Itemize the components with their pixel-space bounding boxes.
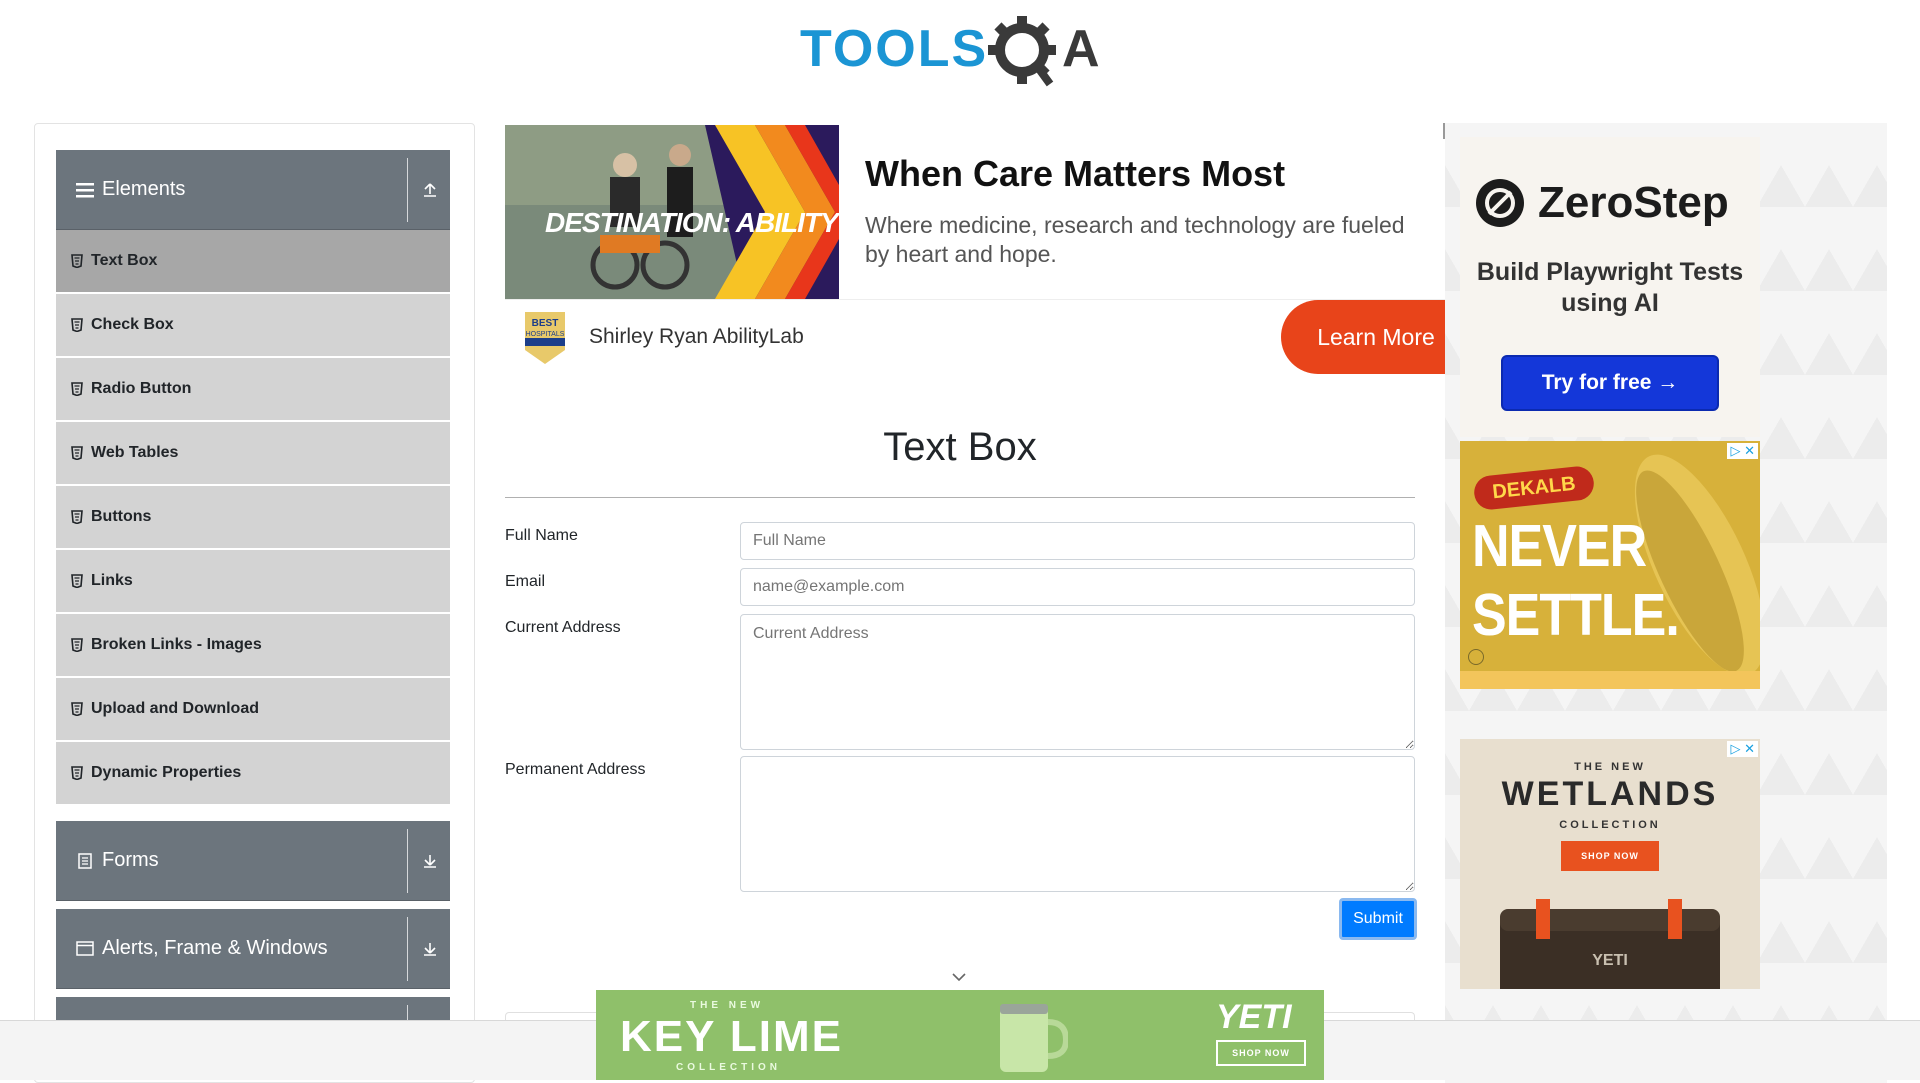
menu-item-label: Dynamic Properties <box>91 764 242 781</box>
html-icon <box>71 638 83 652</box>
menu-item-buttons[interactable]: Buttons <box>56 486 450 548</box>
page-title: Text Box <box>883 425 1037 469</box>
divider <box>505 299 1445 300</box>
menu-item-label: Buttons <box>91 508 152 525</box>
wetlands-title: WETLANDS <box>1501 775 1719 813</box>
keylime-title: KEY LIME <box>620 1012 844 1061</box>
divider <box>407 158 408 222</box>
arrow-up-icon[interactable] <box>418 178 442 202</box>
logo-text-left: TOOLS <box>800 20 988 78</box>
ad-choices-icon[interactable]: ▷ ✕ <box>1727 443 1758 459</box>
elements-menu: Text Box Check Box Radio Button Web Tabl… <box>56 230 450 806</box>
zerostep-icon <box>1476 179 1524 227</box>
dekalb-logo: DEKALB <box>1472 464 1596 512</box>
menu-item-broken-links[interactable]: Broken Links - Images <box>56 614 450 676</box>
mug-image <box>1000 1004 1068 1072</box>
menu-item-label: Check Box <box>91 316 174 333</box>
arrow-down-icon[interactable] <box>418 937 442 961</box>
cooler-image: YETI <box>1500 899 1720 989</box>
menu-item-web-tables[interactable]: Web Tables <box>56 422 450 484</box>
group-title: Alerts, Frame & Windows <box>102 937 328 959</box>
zerostep-logo: ZeroStep <box>1474 177 1729 229</box>
try-for-free-button[interactable]: Try for free → <box>1501 355 1719 411</box>
menu-item-label: Web Tables <box>91 444 179 461</box>
ad-brand[interactable]: Shirley Ryan AbilityLab <box>589 325 804 349</box>
menu-item-label: Radio Button <box>91 380 192 397</box>
shop-now-button[interactable]: SHOP NOW <box>1561 841 1659 871</box>
html-icon <box>71 446 83 460</box>
ad-headline[interactable]: When Care Matters Most <box>865 153 1285 195</box>
logo-text-right: A <box>1062 20 1100 78</box>
menu-item-label: Links <box>91 572 133 589</box>
html-icon <box>71 254 83 268</box>
shop-now-button[interactable]: SHOP NOW <box>1216 1040 1306 1066</box>
dekalb-headline: NEVER SETTLE. <box>1472 513 1680 649</box>
divider <box>407 829 408 893</box>
svg-text:BEST: BEST <box>532 318 559 329</box>
menu-item-label: Upload and Download <box>91 700 259 717</box>
zerostep-ad[interactable]: ZeroStep Build Playwright Tests using AI… <box>1460 137 1760 437</box>
divider <box>407 917 408 981</box>
menu-item-upload-download[interactable]: Upload and Download <box>56 678 450 740</box>
menu-item-dynamic-properties[interactable]: Dynamic Properties <box>56 742 450 804</box>
zerostep-tagline: Build Playwright Tests using AI <box>1476 258 1744 317</box>
email-label: Email <box>505 573 546 590</box>
svg-text:YETI: YETI <box>1592 952 1628 969</box>
keylime-kicker: THE NEW <box>690 1000 765 1011</box>
wetlands-kicker: THE NEW <box>1574 761 1646 773</box>
arrow-down-icon[interactable] <box>418 849 442 873</box>
html-icon <box>71 766 83 780</box>
submit-button[interactable]: Submit <box>1339 898 1417 940</box>
keylime-sub: COLLECTION <box>676 1062 781 1073</box>
yeti-wetlands-ad[interactable]: THE NEW WETLANDS COLLECTION SHOP NOW YET… <box>1460 739 1760 989</box>
target-icon <box>1468 649 1484 665</box>
html-icon <box>71 574 83 588</box>
document-icon <box>74 850 96 872</box>
group-alerts-frames-windows[interactable]: Alerts, Frame & Windows <box>56 909 450 989</box>
full-name-input[interactable] <box>740 522 1415 560</box>
toolsqa-logo[interactable]: TOOLS A <box>800 14 1130 90</box>
site-header: TOOLS A <box>0 0 1920 110</box>
menu-item-radio-button[interactable]: Radio Button <box>56 358 450 420</box>
yeti-brand: YETI <box>1216 998 1292 1036</box>
current-address-textarea[interactable] <box>740 614 1415 750</box>
learn-more-button[interactable]: Learn More <box>1281 300 1461 374</box>
current-address-label: Current Address <box>505 619 621 636</box>
html-icon <box>71 702 83 716</box>
menu-item-text-box[interactable]: Text Box <box>56 230 450 292</box>
window-icon <box>74 938 96 960</box>
left-panel: Elements Text Box Check Box Radio Button… <box>34 123 475 1083</box>
permanent-address-textarea[interactable] <box>740 756 1415 892</box>
title-divider <box>505 497 1415 498</box>
html-icon <box>71 382 83 396</box>
svg-text:HOSPITALS: HOSPITALS <box>526 331 565 338</box>
menu-item-label: Text Box <box>91 252 158 269</box>
menu-item-label: Broken Links - Images <box>91 636 262 653</box>
full-name-label: Full Name <box>505 527 578 544</box>
email-input[interactable] <box>740 568 1415 606</box>
ad-choices-icon[interactable]: ▷ ✕ <box>1727 741 1758 757</box>
chevron-down-icon[interactable] <box>950 970 968 984</box>
wetlands-sub: COLLECTION <box>1559 819 1661 831</box>
permanent-address-label: Permanent Address <box>505 761 646 778</box>
ad-image-text: DESTINATION: ABILITY <box>545 207 839 238</box>
ad-footer-strip <box>1460 671 1760 689</box>
best-hospitals-badge: BEST HOSPITALS <box>519 310 571 366</box>
html-icon <box>71 318 83 332</box>
group-elements[interactable]: Elements <box>56 150 450 230</box>
html-icon <box>71 510 83 524</box>
ad-image[interactable]: DESTINATION: ABILITY <box>505 125 839 299</box>
group-forms[interactable]: Forms <box>56 821 450 901</box>
menu-item-check-box[interactable]: Check Box <box>56 294 450 356</box>
dekalb-ad[interactable]: DEKALB NEVER SETTLE. ▷ ✕ <box>1460 441 1760 689</box>
yeti-key-lime-ad[interactable]: THE NEW KEY LIME COLLECTION YETI SHOP NO… <box>596 990 1324 1080</box>
top-banner-ad[interactable]: DESTINATION: ABILITY When Care Matters M… <box>505 125 1461 374</box>
zerostep-brand: ZeroStep <box>1538 178 1729 227</box>
group-title: Elements <box>102 178 186 200</box>
menu-item-links[interactable]: Links <box>56 550 450 612</box>
ad-subtext: Where medicine, research and technology … <box>865 212 1405 267</box>
group-title: Forms <box>102 849 159 871</box>
hamburger-icon <box>74 179 96 201</box>
